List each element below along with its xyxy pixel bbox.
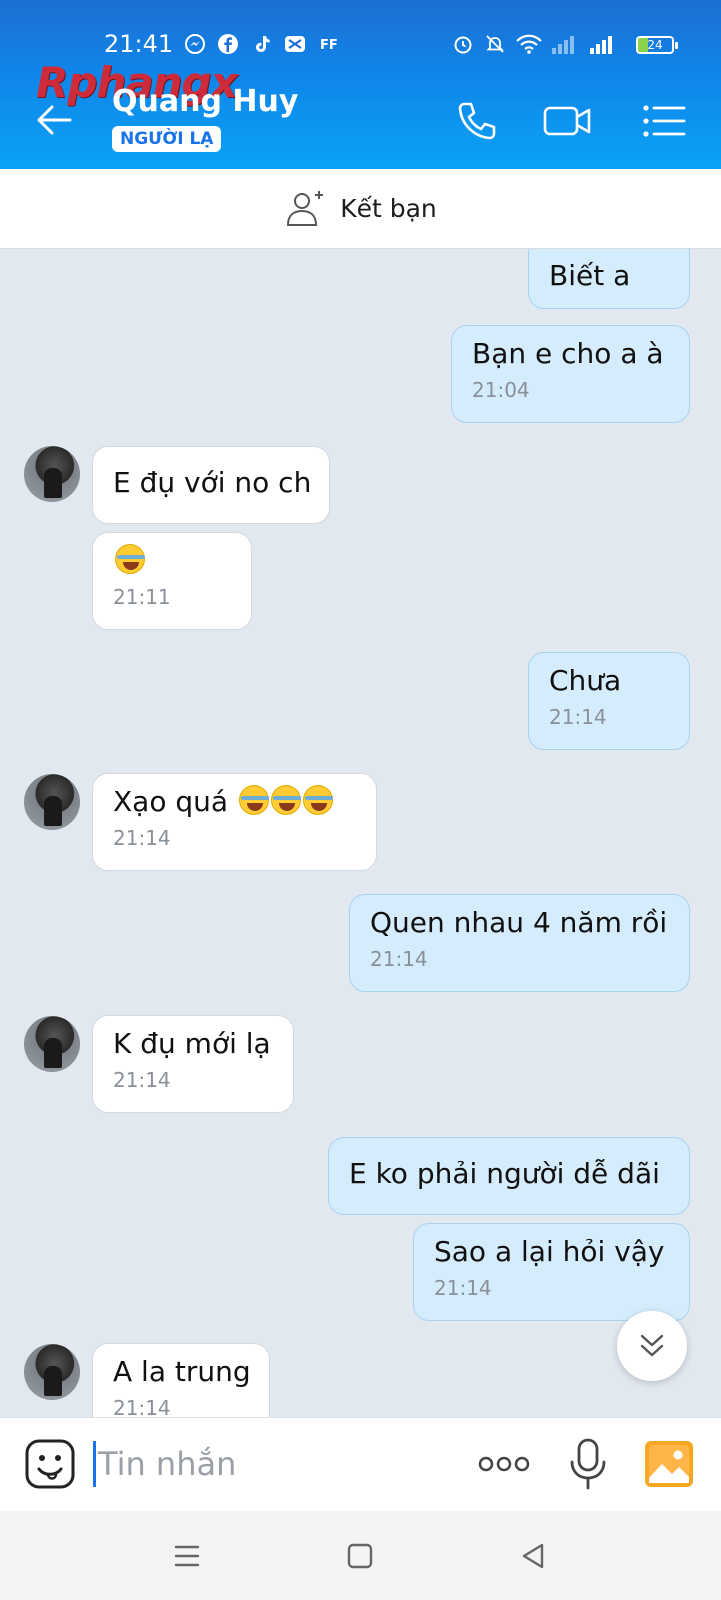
svg-text:FF: FF bbox=[320, 38, 338, 53]
message-text: Quen nhau 4 năm rồi bbox=[370, 906, 668, 939]
message-bubble[interactable]: Biết a bbox=[528, 249, 690, 309]
status-bar: 21:41 FF 24 bbox=[0, 30, 721, 60]
add-friend-button[interactable]: Kết bạn bbox=[284, 187, 437, 231]
signal-icon bbox=[590, 36, 612, 54]
add-friend-label: Kết bạn bbox=[340, 194, 437, 223]
message-text: K đụ mới lạ bbox=[113, 1027, 271, 1060]
message-bubble[interactable]: Bạn e cho a à 21:04 bbox=[451, 325, 690, 423]
message-time: 21:14 bbox=[113, 1068, 171, 1092]
message-bubble[interactable]: E ko phải người dễ dãi bbox=[328, 1137, 690, 1215]
message-text: Sao a lại hỏi vậy bbox=[434, 1235, 665, 1268]
message-time: 21:11 bbox=[113, 585, 171, 609]
video-call-icon[interactable] bbox=[542, 96, 592, 146]
rofl-emoji-icon bbox=[115, 544, 145, 574]
rofl-emoji-icon bbox=[270, 785, 301, 815]
add-friend-icon bbox=[287, 190, 324, 226]
message-text: E đụ với no ch bbox=[113, 466, 312, 499]
wifi-icon bbox=[516, 34, 542, 54]
phone-icon[interactable] bbox=[452, 96, 502, 146]
menu-list-icon[interactable] bbox=[640, 96, 690, 146]
message-bubble[interactable]: Quen nhau 4 năm rồi 21:14 bbox=[349, 894, 690, 992]
text-caret bbox=[93, 1441, 96, 1487]
message-time: 21:04 bbox=[472, 378, 530, 402]
message-time: 21:14 bbox=[370, 947, 428, 971]
home-icon[interactable] bbox=[343, 1539, 377, 1573]
chat-header: 21:41 FF 24 Rphangx Quang Huy NGƯỜI LẠ bbox=[0, 0, 721, 169]
sticker-icon[interactable] bbox=[24, 1438, 76, 1490]
message-bubble[interactable]: Chưa 21:14 bbox=[528, 652, 690, 750]
recent-apps-icon[interactable] bbox=[170, 1539, 204, 1573]
alarm-icon bbox=[454, 36, 472, 54]
message-bubble[interactable]: Xạo quá 21:14 bbox=[92, 773, 377, 871]
avatar[interactable] bbox=[24, 774, 80, 830]
back-arrow-icon[interactable] bbox=[32, 98, 76, 142]
signal-icon bbox=[552, 36, 574, 54]
message-bubble[interactable]: K đụ mới lạ 21:14 bbox=[92, 1015, 294, 1113]
ff-icon: FF bbox=[320, 38, 338, 53]
messenger-icon bbox=[185, 34, 205, 54]
message-time: 21:14 bbox=[549, 705, 607, 729]
avatar[interactable] bbox=[24, 1016, 80, 1072]
message-list[interactable]: Biết a Bạn e cho a à 21:04 E đụ với no c… bbox=[0, 249, 721, 1417]
joy-emoji-icon bbox=[238, 785, 269, 815]
status-time: 21:41 bbox=[104, 30, 174, 58]
microphone-icon[interactable] bbox=[566, 1436, 610, 1492]
composer-bar bbox=[0, 1417, 721, 1511]
scroll-to-bottom-button[interactable] bbox=[617, 1311, 687, 1381]
contact-name[interactable]: Quang Huy bbox=[112, 84, 298, 119]
message-time: 21:14 bbox=[434, 1276, 492, 1300]
message-bubble[interactable]: Sao a lại hỏi vậy 21:14 bbox=[413, 1223, 690, 1321]
message-text: Biết a bbox=[549, 259, 631, 292]
message-emoji bbox=[113, 543, 231, 579]
message-text: Chưa bbox=[549, 664, 622, 697]
add-friend-bar[interactable]: Kết bạn bbox=[0, 169, 721, 249]
mute-icon bbox=[486, 35, 504, 53]
double-chevron-down-icon bbox=[640, 1334, 664, 1357]
facebook-icon bbox=[218, 34, 238, 54]
back-triangle-icon[interactable] bbox=[516, 1539, 550, 1573]
message-bubble[interactable]: A la trung 21:14 bbox=[92, 1343, 270, 1417]
message-time: 21:14 bbox=[113, 1396, 171, 1417]
message-text-row: Xạo quá bbox=[113, 784, 356, 820]
more-options-icon[interactable] bbox=[476, 1448, 532, 1480]
avatar[interactable] bbox=[24, 1344, 80, 1400]
capcut-icon bbox=[285, 36, 305, 52]
message-text: Bạn e cho a à bbox=[472, 337, 664, 370]
message-time: 21:14 bbox=[113, 826, 171, 850]
battery-icon: 24 bbox=[636, 36, 674, 54]
message-input[interactable] bbox=[98, 1438, 458, 1490]
rofl-emoji-icon bbox=[302, 785, 333, 815]
message-bubble[interactable]: E đụ với no ch bbox=[92, 446, 330, 524]
stranger-badge: NGƯỜI LẠ bbox=[112, 126, 222, 152]
message-bubble[interactable]: 21:11 bbox=[92, 532, 252, 630]
photo-gallery-icon[interactable] bbox=[644, 1440, 694, 1488]
message-text: A la trung bbox=[113, 1355, 251, 1388]
message-text: E ko phải người dễ dãi bbox=[349, 1157, 660, 1190]
battery-tip bbox=[675, 42, 678, 49]
tiktok-icon bbox=[256, 36, 270, 52]
avatar[interactable] bbox=[24, 446, 80, 502]
message-text: Xạo quá bbox=[113, 785, 229, 818]
system-nav-bar bbox=[0, 1511, 721, 1600]
